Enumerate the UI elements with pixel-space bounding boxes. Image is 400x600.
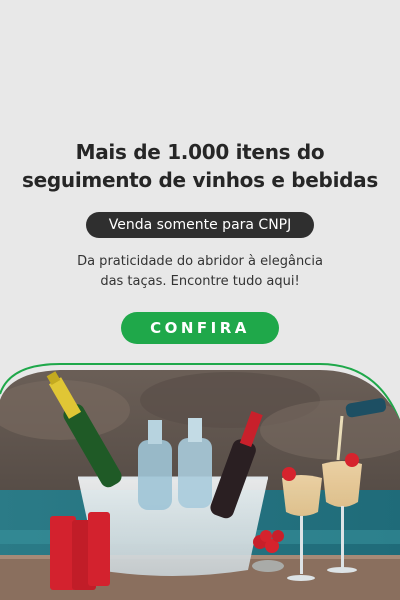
headline-line-2: seguimento de vinhos e bebidas — [22, 168, 378, 192]
subtitle-line-2: das taças. Encontre tudo aqui! — [100, 274, 300, 289]
headline-line-1: Mais de 1.000 itens do — [75, 140, 325, 164]
product-photo — [0, 360, 400, 600]
promo-banner: Mais de 1.000 itens do seguimento de vin… — [0, 0, 400, 600]
cnpj-badge: Venda somente para CNPJ — [86, 212, 314, 238]
subtitle-line-1: Da praticidade do abridor à elegância — [77, 254, 323, 269]
confira-button[interactable]: CONFIRA — [121, 312, 279, 344]
subtitle: Da praticidade do abridor à elegância da… — [0, 252, 400, 292]
headline: Mais de 1.000 itens do seguimento de vin… — [0, 138, 400, 194]
